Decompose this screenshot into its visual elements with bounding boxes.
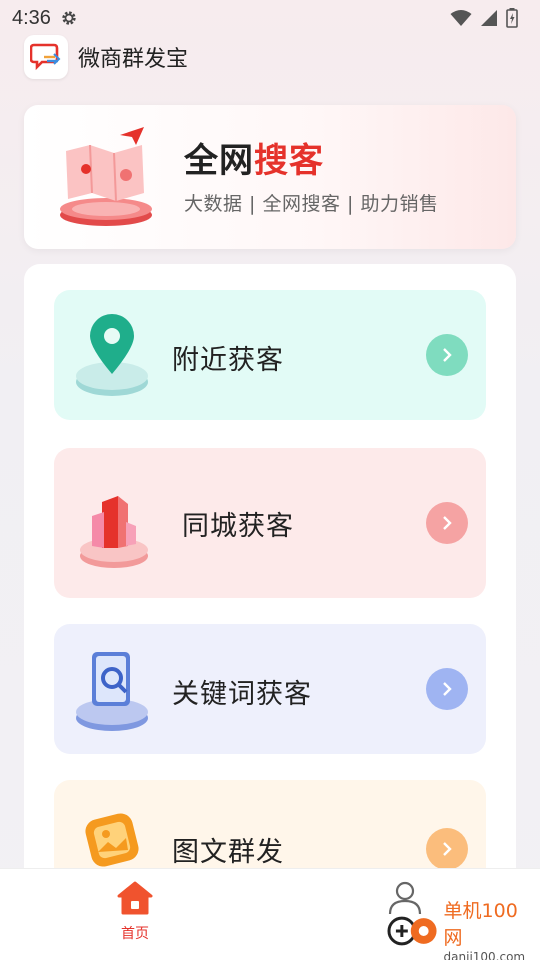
- watermark-logo: [387, 916, 437, 946]
- app-title: 微商群发宝: [78, 47, 189, 72]
- map-search-illustration: [60, 127, 152, 226]
- watermark-text: 单机100网 danji100.com: [444, 896, 536, 960]
- city-building-icon: [80, 496, 148, 568]
- watermark-main: 单机100网: [443, 900, 518, 949]
- banner-title-prefix: 全网: [184, 141, 254, 181]
- watermark-url: danji100.com: [443, 950, 526, 960]
- keyword-search-icon: [76, 652, 148, 731]
- nav-home[interactable]: 首页: [85, 881, 185, 943]
- home-icon: [117, 881, 153, 915]
- banner-title: 全网搜客: [184, 133, 324, 182]
- chat-share-icon: [24, 35, 68, 79]
- status-time: 4:36: [12, 6, 51, 29]
- chevron-right-icon[interactable]: [426, 502, 468, 544]
- watermark: 单机100网 danji100.com: [386, 900, 536, 960]
- gear-icon: [62, 11, 76, 25]
- banner-title-accent: 搜客: [254, 141, 324, 181]
- chevron-right-icon[interactable]: [426, 828, 468, 870]
- card-nearby-label: 附近获客: [172, 345, 284, 376]
- chevron-right-icon[interactable]: [426, 334, 468, 376]
- card-keyword-label: 关键词获客: [172, 679, 312, 710]
- status-icons: [450, 8, 518, 28]
- card-same-city-label: 同城获客: [182, 511, 294, 542]
- nav-home-label: 首页: [121, 926, 149, 942]
- signal-icon: [481, 10, 497, 26]
- card-same-city[interactable]: 同城获客: [54, 448, 486, 598]
- banner-subtitle: 大数据 | 全网搜客 | 助力销售: [184, 193, 439, 215]
- status-bar: 4:36: [0, 0, 540, 36]
- wifi-icon: [450, 10, 472, 26]
- card-image-broadcast-label: 图文群发: [172, 837, 284, 868]
- chevron-right-icon[interactable]: [426, 668, 468, 710]
- location-pin-icon: [76, 314, 148, 396]
- app-header: 微商群发宝: [24, 34, 188, 80]
- card-keyword[interactable]: 关键词获客: [54, 624, 486, 754]
- search-banner[interactable]: 全网搜客 大数据 | 全网搜客 | 助力销售: [24, 105, 516, 249]
- feature-panel: 附近获客 同城获客 关键词获客 图文群发: [24, 264, 516, 904]
- card-nearby[interactable]: 附近获客: [54, 290, 486, 420]
- battery-icon: [506, 8, 518, 28]
